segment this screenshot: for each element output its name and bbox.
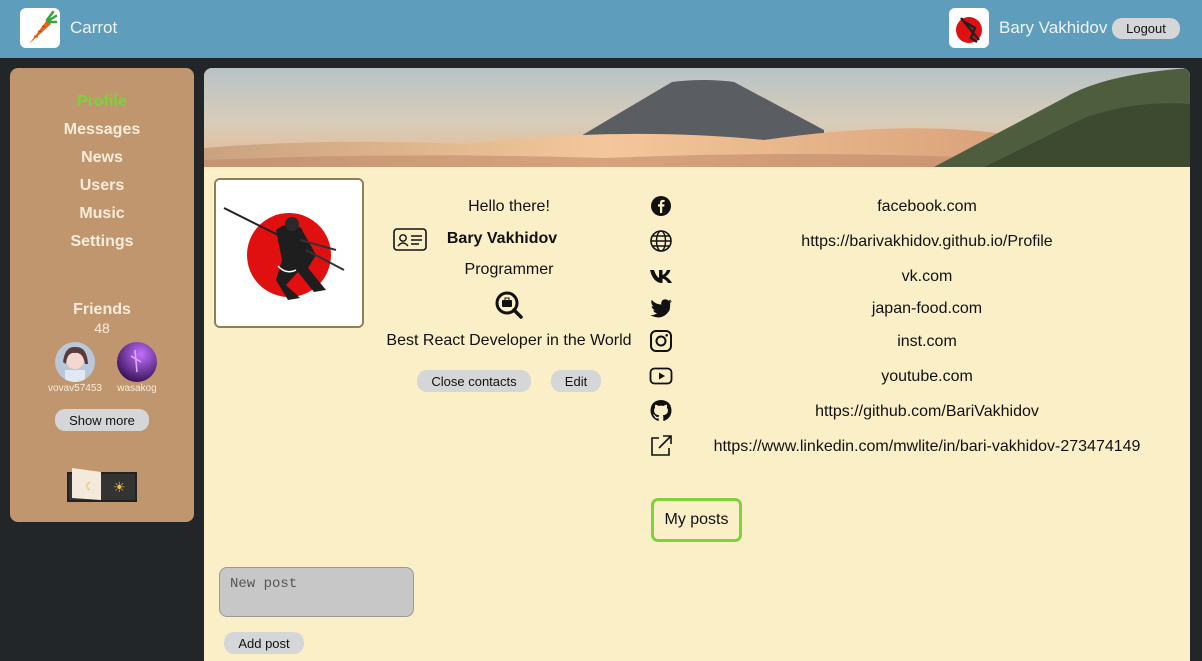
contact-link-website[interactable]: https://barivakhidov.github.io/Profile: [684, 233, 1170, 251]
instagram-icon: [649, 329, 673, 353]
friend-item[interactable]: wasakog: [105, 342, 169, 394]
sidebar-item-profile[interactable]: Profile: [10, 92, 194, 120]
sidebar-item-users[interactable]: Users: [10, 176, 194, 204]
my-posts-title: My posts: [651, 498, 742, 542]
job-status: Programmer: [464, 261, 554, 278]
friend-name: wasakog: [117, 383, 157, 394]
sidebar-item-messages[interactable]: Messages: [10, 120, 194, 148]
job-search-icon: [494, 290, 524, 320]
github-icon: [649, 399, 673, 423]
profile-full-name: Bary Vakhidov: [446, 230, 558, 247]
sidebar-item-music[interactable]: Music: [10, 204, 194, 232]
contact-link-instagram[interactable]: inst.com: [684, 333, 1170, 351]
sidebar-item-news[interactable]: News: [10, 148, 194, 176]
twitter-icon: [649, 296, 673, 320]
sidebar-item-settings[interactable]: Settings: [10, 232, 194, 260]
new-post-input[interactable]: [219, 567, 414, 617]
contact-link-facebook[interactable]: facebook.com: [684, 198, 1170, 216]
svg-text:☾: ☾: [85, 481, 95, 493]
avatar[interactable]: [949, 8, 989, 48]
friend-avatar[interactable]: [117, 342, 157, 382]
theme-toggle[interactable]: ☾ ☀: [67, 468, 137, 502]
youtube-icon: [649, 364, 673, 388]
add-post-button[interactable]: Add post: [224, 632, 304, 654]
external-link-icon: [649, 434, 673, 458]
contact-link-vk[interactable]: vk.com: [684, 268, 1170, 286]
vk-icon: [649, 264, 673, 288]
friend-avatar[interactable]: [55, 342, 95, 382]
about-me: Best React Developer in the World: [386, 332, 632, 349]
profile-greeting: Hello there!: [468, 198, 550, 215]
contact-link-twitter[interactable]: japan-food.com: [684, 300, 1170, 318]
friend-name: vovav57453: [48, 383, 102, 394]
facebook-icon: [649, 194, 673, 218]
svg-text:☀: ☀: [113, 479, 126, 495]
friends-count: 48: [94, 320, 110, 336]
close-contacts-button[interactable]: Close contacts: [417, 370, 531, 392]
app-header: Carrot Bary Vakhidov Logout: [0, 0, 1202, 58]
friend-item[interactable]: vovav57453: [43, 342, 107, 394]
carrot-icon[interactable]: [20, 8, 60, 48]
contact-link-youtube[interactable]: youtube.com: [684, 368, 1170, 386]
contact-link-linkedin[interactable]: https://www.linkedin.com/mwlite/in/bari-…: [684, 438, 1170, 456]
profile-content: Hello there! Bary Vakhidov Programmer Be…: [204, 68, 1190, 661]
logout-button[interactable]: Logout: [1112, 18, 1180, 39]
profile-banner: [204, 68, 1190, 167]
friends-title[interactable]: Friends: [10, 301, 194, 319]
app-title: Carrot: [70, 18, 118, 37]
contact-link-github[interactable]: https://github.com/BariVakhidov: [684, 403, 1170, 421]
globe-icon: [649, 229, 673, 253]
user-name: Bary Vakhidov: [999, 18, 1108, 37]
sidebar: Profile Messages News Users Music Settin…: [10, 68, 194, 522]
sidebar-nav: Profile Messages News Users Music Settin…: [10, 92, 194, 260]
show-more-button[interactable]: Show more: [55, 409, 149, 431]
profile-photo: [214, 178, 364, 328]
edit-button[interactable]: Edit: [551, 370, 601, 392]
